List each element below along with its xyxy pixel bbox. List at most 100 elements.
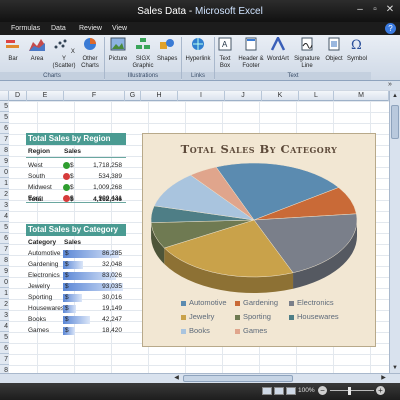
sales-value[interactable]: 1,718,258 [78,160,122,171]
column-header[interactable]: F [64,91,125,101]
row-header[interactable]: 1 [0,178,9,189]
row-header[interactable]: 6 [0,123,9,134]
row-header[interactable]: 5 [0,101,9,112]
text-box-button[interactable]: A Text Box [216,37,234,70]
tab-view[interactable]: View [112,22,127,35]
column-header[interactable]: G [125,91,141,101]
zoom-slider-thumb[interactable] [348,387,351,395]
tab-formulas[interactable]: Formulas [11,22,40,35]
column-header[interactable]: D [9,91,27,101]
horizontal-scrollbar[interactable]: ◀ ▶ [0,373,400,383]
scatter-chart-button[interactable]: X Y (Scatter) [51,37,77,70]
select-all-corner[interactable] [0,91,9,101]
zoom-level[interactable]: 100% [298,387,315,394]
sales-header[interactable]: Sales [64,146,81,157]
vertical-scroll-thumb[interactable] [391,105,399,139]
tab-data[interactable]: Data [51,22,66,35]
column-header[interactable]: J [225,91,262,101]
picture-button[interactable]: Picture [107,37,129,63]
column-header[interactable]: I [178,91,225,101]
minimize-button[interactable]: – [354,4,366,16]
row-header[interactable]: 3 [0,200,9,211]
total-label[interactable]: Total [28,194,43,205]
vertical-scrollbar[interactable]: ▲ ▼ [389,91,400,373]
page-break-view-icon[interactable] [286,387,296,395]
sales-value[interactable]: 42,247 [78,314,122,325]
scroll-down-icon[interactable]: ▼ [390,363,400,373]
row-header[interactable]: 7 [0,244,9,255]
sales-header[interactable]: Sales [64,237,81,248]
wordart-button[interactable]: WordArt [266,35,290,63]
category-header[interactable]: Category [28,237,56,248]
row-header[interactable]: 6 [0,343,9,354]
sales-value[interactable]: 1,009,268 [78,182,122,193]
region-cell[interactable]: Midwest [28,182,52,193]
expand-formula-bar-icon[interactable]: » [388,81,396,89]
row-header[interactable]: 5 [0,332,9,343]
sales-value[interactable]: 30,016 [78,292,122,303]
row-header[interactable]: 0 [0,167,9,178]
zoom-out-icon[interactable]: − [318,386,327,395]
row-header[interactable]: 9 [0,156,9,167]
row-header[interactable]: 2 [0,189,9,200]
row-header[interactable]: 8 [0,255,9,266]
normal-view-icon[interactable] [262,387,272,395]
category-cell[interactable]: Sporting [28,292,52,303]
help-icon[interactable]: ? [385,23,396,34]
region-header[interactable]: Region [28,146,50,157]
sales-value[interactable]: 32,048 [78,259,122,270]
area-chart-button[interactable]: Area [26,37,48,63]
category-cell[interactable]: Games [28,325,49,336]
zoom-slider-track[interactable] [330,390,374,391]
scroll-left-icon[interactable]: ◀ [172,374,181,383]
bar-chart-button[interactable]: Bar [2,37,24,63]
region-cell[interactable]: South [28,171,45,182]
sales-value[interactable]: 83,026 [78,270,122,281]
sales-value[interactable]: 93,035 [78,281,122,292]
row-header[interactable]: 6 [0,233,9,244]
row-header[interactable]: 3 [0,310,9,321]
zoom-in-icon[interactable]: + [376,386,385,395]
symbol-button[interactable]: Ω Symbol [346,37,368,63]
column-header[interactable]: H [141,91,178,101]
column-header[interactable]: L [299,91,334,101]
column-header[interactable]: E [27,91,64,101]
category-cell[interactable]: Electronics [28,270,60,281]
pie-chart[interactable]: Total Sales By Category Automotive Garden… [142,133,376,347]
object-button[interactable]: Object [323,37,345,63]
sales-value[interactable]: 18,420 [78,325,122,336]
header-footer-button[interactable]: Header & Footer [236,37,266,70]
row-header[interactable]: 2 [0,299,9,310]
row-header[interactable]: 8 [0,145,9,156]
scroll-up-icon[interactable]: ▲ [390,91,400,101]
tab-review[interactable]: Review [79,22,102,35]
other-charts-button[interactable]: Other Charts [79,37,101,70]
sales-value[interactable]: 19,149 [78,303,122,314]
row-header[interactable]: 4 [0,211,9,222]
row-header[interactable]: 4 [0,321,9,332]
category-cell[interactable]: Gardening [28,259,58,270]
column-header[interactable]: K [262,91,299,101]
category-cell[interactable]: Housewares [28,303,64,314]
sales-value[interactable]: 534,389 [78,171,123,182]
maximize-button[interactable]: ▫ [369,4,381,16]
sales-value[interactable]: 86,285 [78,248,122,259]
page-layout-view-icon[interactable] [274,387,284,395]
row-header[interactable]: 1 [0,288,9,299]
shapes-button[interactable]: Shapes [157,37,177,63]
row-header[interactable]: 7 [0,354,9,365]
region-cell[interactable]: West [28,160,43,171]
category-cell[interactable]: Books [28,314,46,325]
total-value[interactable]: 4,162,346 [78,194,122,205]
formula-bar[interactable]: » [0,81,400,90]
row-header[interactable]: 9 [0,266,9,277]
close-button[interactable]: ✕ [384,4,396,16]
column-header[interactable]: M [334,91,389,101]
hyperlink-button[interactable]: Hyperlink [184,37,212,63]
row-header[interactable]: 0 [0,277,9,288]
scroll-right-icon[interactable]: ▶ [379,374,388,383]
row-header[interactable]: 5 [0,222,9,233]
horizontal-scroll-thumb[interactable] [183,375,293,382]
signature-line-button[interactable]: Signature Line [293,37,321,70]
row-header[interactable]: 5 [0,112,9,123]
